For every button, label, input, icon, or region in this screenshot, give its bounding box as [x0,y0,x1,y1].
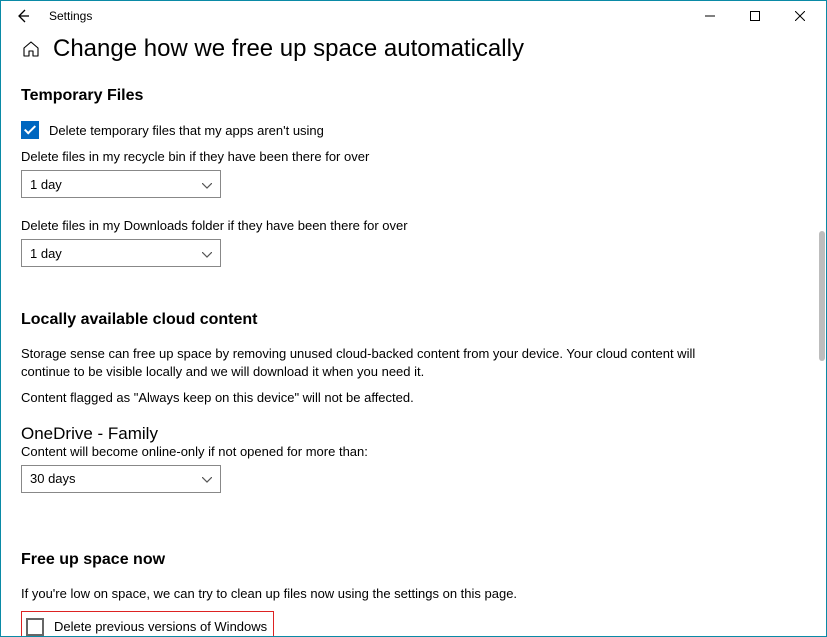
cloud-account-name: OneDrive - Family [21,424,806,444]
maximize-button[interactable] [732,1,777,31]
cloud-p1: Storage sense can free up space by remov… [21,345,741,381]
arrow-left-icon [16,9,30,23]
select-cloud-duration[interactable]: 30 days [21,465,221,493]
checkbox-row-prev-windows: Delete previous versions of Windows [22,618,267,636]
checkbox-delete-prev-windows-label: Delete previous versions of Windows [54,619,267,634]
highlight-delete-previous: Delete previous versions of Windows [21,611,274,636]
home-icon[interactable] [21,39,41,59]
chevron-down-icon [202,471,212,486]
minimize-button[interactable] [687,1,732,31]
minimize-icon [705,11,715,21]
window-title: Settings [49,9,92,23]
checkbox-delete-prev-windows[interactable] [26,618,44,636]
select-downloads[interactable]: 1 day [21,239,221,267]
close-button[interactable] [777,1,822,31]
section-free-up-now: Free up space now [21,551,806,569]
page-header: Change how we free up space automaticall… [21,35,806,63]
checkbox-delete-temp[interactable] [21,121,39,139]
select-cloud-value: 30 days [30,471,76,486]
section-temporary-files: Temporary Files [21,87,806,105]
downloads-label: Delete files in my Downloads folder if t… [21,218,806,233]
select-downloads-value: 1 day [30,246,62,261]
cloud-account-label: Content will become online-only if not o… [21,444,806,459]
recycle-bin-label: Delete files in my recycle bin if they h… [21,149,806,164]
chevron-down-icon [202,246,212,261]
select-recycle-bin-value: 1 day [30,177,62,192]
scrollbar-thumb[interactable] [819,231,825,361]
back-button[interactable] [11,4,35,28]
free-now-p1: If you're low on space, we can try to cl… [21,585,741,603]
window-controls [687,1,822,31]
home-icon-svg [22,40,40,58]
page-title: Change how we free up space automaticall… [53,35,524,63]
checkbox-row-temp-files: Delete temporary files that my apps aren… [21,121,806,139]
section-cloud-content: Locally available cloud content [21,311,806,329]
cloud-p2: Content flagged as "Always keep on this … [21,389,741,407]
checkbox-delete-temp-label: Delete temporary files that my apps aren… [49,123,324,138]
close-icon [795,11,805,21]
title-bar: Settings [1,1,826,31]
content-area: Change how we free up space automaticall… [1,31,826,636]
chevron-down-icon [202,177,212,192]
maximize-icon [750,11,760,21]
select-recycle-bin[interactable]: 1 day [21,170,221,198]
